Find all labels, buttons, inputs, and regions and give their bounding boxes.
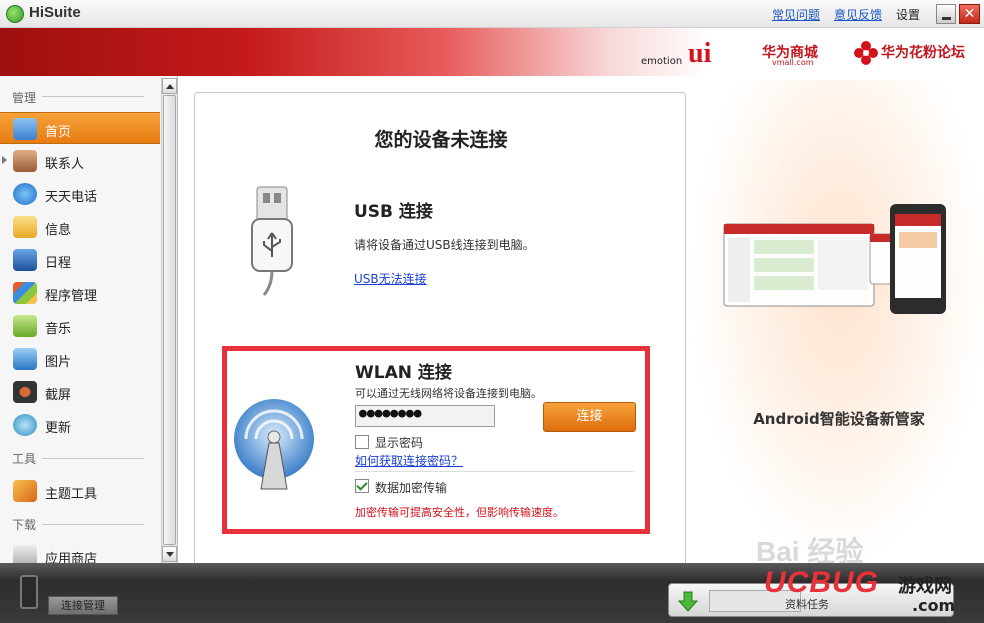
calendar-icon	[13, 249, 37, 271]
how-to-get-password-link[interactable]: 如何获取连接密码？	[355, 452, 463, 469]
usb-description: 请将设备通过USB线连接到电脑。	[354, 238, 535, 252]
brand-banner: emotion ui 华为商城 vmall.com 华为花粉论坛	[0, 28, 984, 76]
contacts-icon	[13, 150, 37, 172]
sidebar-item-calendar[interactable]: 日程	[0, 244, 160, 276]
connection-panel: 您的设备未连接 USB 连接 请将设备通过USB线连接到电脑。 USB无法连接 …	[194, 92, 686, 572]
sidebar-item-label: 音乐	[45, 322, 72, 337]
usb-cable-icon	[251, 186, 293, 296]
section-manage: 管理	[12, 91, 37, 105]
sidebar-scrollbar[interactable]	[161, 78, 177, 563]
wlan-password-field[interactable]: ●●●●●●●●	[355, 405, 495, 427]
sidebar-item-label: 天天电话	[45, 190, 98, 205]
com-watermark: .com	[912, 596, 956, 615]
sidebar: 管理 首页 联系人 天天电话 信息 日程 程序管理 音乐 图片 截屏 更新 工具…	[0, 76, 178, 567]
wlan-antenna-icon	[234, 399, 314, 490]
scroll-up-arrow-icon[interactable]	[162, 78, 177, 94]
theme-tool-icon	[13, 480, 37, 502]
section-download: 下载	[12, 518, 37, 532]
sidebar-item-label: 信息	[45, 223, 72, 238]
wlan-section-title: WLAN 连接	[355, 363, 452, 383]
update-icon	[13, 414, 37, 436]
wlan-section-highlight: WLAN 连接 可以通过无线网络将设备连接到电脑。 ●●●●●●●● 连接 显示…	[222, 346, 650, 534]
divider	[42, 96, 144, 97]
sidebar-item-messages[interactable]: 信息	[0, 211, 160, 243]
page-title: 您的设备未连接	[374, 129, 508, 151]
music-icon	[13, 315, 37, 337]
huawei-forum-logo[interactable]: 华为花粉论坛	[881, 42, 965, 62]
wlan-description: 可以通过无线网络将设备连接到电脑。	[355, 387, 542, 400]
settings-menu[interactable]: 设置	[896, 6, 920, 23]
feedback-link[interactable]: 意见反馈	[834, 6, 882, 23]
pictures-icon	[13, 348, 37, 370]
section-tools: 工具	[12, 452, 37, 466]
sidebar-item-apps[interactable]: 程序管理	[0, 277, 160, 309]
promo-area: Android智能设备新管家	[694, 80, 984, 560]
encrypt-warning-text: 加密传输可提高安全性，但影响传输速度。	[355, 506, 564, 519]
ucbug-watermark: UCBUG	[764, 566, 879, 599]
sidebar-item-update[interactable]: 更新	[0, 409, 160, 441]
emotion-logo-text: emotion	[641, 56, 683, 67]
sidebar-item-contacts[interactable]: 联系人	[0, 145, 160, 177]
minimize-button[interactable]	[936, 4, 956, 24]
huawei-flower-icon	[854, 41, 878, 65]
sidebar-item-label: 日程	[45, 256, 72, 271]
app-manager-icon	[13, 282, 37, 304]
sidebar-item-theme-tools[interactable]: 主题工具	[0, 475, 160, 507]
show-password-label[interactable]: 显示密码	[375, 434, 423, 451]
phone-device-icon	[20, 575, 38, 609]
app-title: HiSuite	[29, 4, 81, 21]
sidebar-item-music[interactable]: 音乐	[0, 310, 160, 342]
home-icon	[13, 118, 37, 140]
vmall-url: vmall.com	[772, 58, 814, 67]
sidebar-item-label: 更新	[45, 421, 72, 436]
screenshot-icon	[13, 381, 37, 403]
sidebar-item-phone[interactable]: 天天电话	[0, 178, 160, 210]
divider	[355, 471, 635, 472]
hisuite-window: HiSuite 常见问题 意见反馈 设置 ✕ emotion ui 华为商城 v…	[0, 0, 984, 623]
encrypt-transfer-checkbox[interactable]	[355, 479, 369, 493]
connect-button[interactable]: 连接	[543, 402, 636, 432]
sidebar-item-label: 主题工具	[45, 487, 98, 502]
sidebar-item-pictures[interactable]: 图片	[0, 343, 160, 375]
emotion-ui-logo[interactable]: ui	[688, 38, 711, 70]
phone-call-icon	[13, 183, 37, 205]
faq-link[interactable]: 常见问题	[772, 6, 820, 23]
sidebar-item-label: 图片	[45, 355, 72, 370]
connection-manager-button[interactable]: 连接管理	[48, 596, 118, 615]
show-password-checkbox[interactable]	[355, 435, 369, 449]
devices-illustration	[723, 204, 946, 314]
sidebar-item-home[interactable]: 首页	[0, 112, 160, 144]
usb-section-title: USB 连接	[354, 202, 433, 222]
sidebar-item-label: 程序管理	[45, 289, 98, 304]
sidebar-item-label: 首页	[45, 125, 72, 140]
promo-tagline: Android智能设备新管家	[753, 410, 925, 428]
download-arrow-icon	[677, 591, 699, 612]
divider	[42, 458, 144, 459]
sidebar-item-label: 截屏	[45, 388, 72, 403]
scroll-down-arrow-icon[interactable]	[162, 546, 177, 562]
title-bar: HiSuite 常见问题 意见反馈 设置 ✕	[0, 0, 984, 28]
close-button[interactable]: ✕	[959, 4, 980, 24]
games-watermark: 游戏网	[898, 576, 952, 597]
scrollbar-thumb[interactable]	[163, 95, 176, 545]
sidebar-item-label: 联系人	[45, 157, 85, 172]
sidebar-item-screenshot[interactable]: 截屏	[0, 376, 160, 408]
divider	[42, 524, 144, 525]
message-icon	[13, 216, 37, 238]
encrypt-transfer-label[interactable]: 数据加密传输	[375, 479, 447, 496]
hisuite-logo-icon	[6, 5, 24, 23]
usb-help-link[interactable]: USB无法连接	[354, 270, 427, 287]
